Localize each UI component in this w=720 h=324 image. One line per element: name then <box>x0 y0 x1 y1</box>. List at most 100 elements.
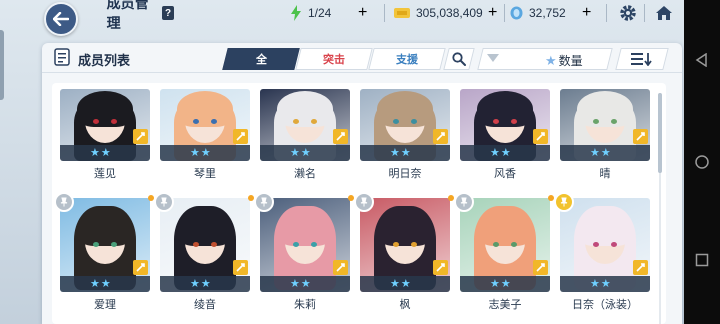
eyes <box>93 242 117 247</box>
student-name: 琴里 <box>194 168 216 180</box>
credits-counter: 305,038,409 <box>394 2 483 24</box>
weapon-icon <box>233 260 248 275</box>
student-name: 日奈（泳装） <box>572 299 638 311</box>
system-nav-bar <box>684 0 720 324</box>
credits-plus-button[interactable]: + <box>488 2 497 24</box>
ap-icon <box>291 5 301 21</box>
back-button[interactable] <box>44 2 78 36</box>
student-portrait: ★★ <box>60 89 150 161</box>
scrollbar[interactable] <box>658 93 662 173</box>
star-rating: ★★ <box>490 147 512 159</box>
filter-icon[interactable] <box>487 54 499 62</box>
student-name: 绫音 <box>194 299 216 311</box>
tab-striker[interactable]: 突击 <box>295 48 373 70</box>
student-portrait: ★★ <box>460 198 550 292</box>
star-rating: ★★ <box>490 278 512 290</box>
search-icon <box>452 52 466 66</box>
top-bar: 成员管理 ? 1/24 + 305,038,409 + 32,752 + <box>0 0 684 31</box>
star-rating: ★★ <box>90 278 112 290</box>
panel-title: 成员列表 <box>78 53 131 68</box>
hair-bangs <box>477 210 533 246</box>
hair-bangs <box>577 210 633 246</box>
eyes <box>93 119 117 124</box>
star-strip: ★★ <box>360 145 450 161</box>
star-strip: ★★ <box>560 276 650 292</box>
edge-handle[interactable] <box>0 30 4 100</box>
divider <box>504 4 505 22</box>
tab-all[interactable]: 全 <box>222 48 300 70</box>
sort-order-button[interactable] <box>615 48 669 70</box>
weapon-icon <box>233 129 248 144</box>
star-strip: ★★ <box>260 145 350 161</box>
student-name: 爱理 <box>94 299 116 311</box>
eyes <box>393 119 417 124</box>
student-portrait: ★★ <box>360 89 450 161</box>
star-icon: ★ <box>545 52 557 68</box>
student-portrait: ★★ <box>360 198 450 292</box>
tab-special[interactable]: 支援 <box>368 48 446 70</box>
student-name: 风香 <box>494 168 516 180</box>
member-list-panel: 成员列表 全 突击 支援 ★ 数量 ★★ 莲见 ★★ 琴里 ★★ 濑名 ★★ 明… <box>42 43 682 324</box>
divider <box>644 4 645 22</box>
student-name: 朱莉 <box>294 299 316 311</box>
sort-label: ★ 数量 <box>545 52 583 69</box>
star-strip: ★★ <box>60 276 150 292</box>
weapon-icon <box>533 260 548 275</box>
student-name: 志美子 <box>488 299 522 311</box>
hair-bangs <box>77 210 133 246</box>
credits-value: 305,038,409 <box>416 6 483 20</box>
ap-plus-button[interactable]: + <box>358 2 367 24</box>
student-portrait: ★★ <box>60 198 150 292</box>
star-rating: ★★ <box>390 147 412 159</box>
eyes <box>593 242 617 247</box>
star-rating: ★★ <box>290 147 312 159</box>
weapon-icon <box>433 129 448 144</box>
help-button[interactable]: ? <box>162 6 175 20</box>
student-name: 莲见 <box>94 168 116 180</box>
student-portrait: ★★ <box>560 89 650 161</box>
star-strip: ★★ <box>460 145 550 161</box>
eyes <box>593 119 617 124</box>
star-rating: ★★ <box>190 147 212 159</box>
star-strip: ★★ <box>160 145 250 161</box>
star-strip: ★★ <box>560 145 650 161</box>
divider <box>384 4 385 22</box>
hair-bangs <box>277 210 333 246</box>
star-strip: ★★ <box>60 145 150 161</box>
gems-plus-button[interactable]: + <box>582 2 591 24</box>
weapon-icon <box>333 129 348 144</box>
eyes <box>393 242 417 247</box>
list-icon <box>54 48 70 66</box>
search-button[interactable] <box>443 48 475 70</box>
system-home-icon[interactable] <box>684 142 720 182</box>
star-rating: ★★ <box>390 278 412 290</box>
student-portrait: ★★ <box>260 198 350 292</box>
student-portrait: ★★ <box>260 89 350 161</box>
pin-icon <box>254 192 274 212</box>
arrow-left-icon <box>53 12 69 26</box>
weapon-icon <box>133 260 148 275</box>
star-rating: ★★ <box>190 278 212 290</box>
star-rating: ★★ <box>90 147 112 159</box>
panel-header: 成员列表 全 突击 支援 ★ 数量 <box>42 43 682 73</box>
title-area: 成员管理 ? <box>74 0 175 31</box>
home-icon[interactable] <box>652 2 676 24</box>
credits-icon <box>394 8 410 18</box>
ap-counter: 1/24 <box>290 2 331 24</box>
hair-bangs <box>377 210 433 246</box>
system-recents-icon[interactable] <box>684 240 720 280</box>
student-portrait: ★★ <box>160 89 250 161</box>
eyes <box>193 119 217 124</box>
hair-bangs <box>177 210 233 246</box>
pin-icon <box>454 192 474 212</box>
student-portrait: ★★ <box>160 198 250 292</box>
sort-dropdown[interactable]: ★ 数量 <box>477 48 613 70</box>
star-strip: ★★ <box>260 276 350 292</box>
eyes <box>493 119 517 124</box>
student-name: 晴 <box>599 168 611 180</box>
system-back-icon[interactable] <box>684 40 720 80</box>
eyes <box>293 242 317 247</box>
settings-gear-icon[interactable] <box>616 2 640 24</box>
eyes <box>493 242 517 247</box>
star-strip: ★★ <box>160 276 250 292</box>
